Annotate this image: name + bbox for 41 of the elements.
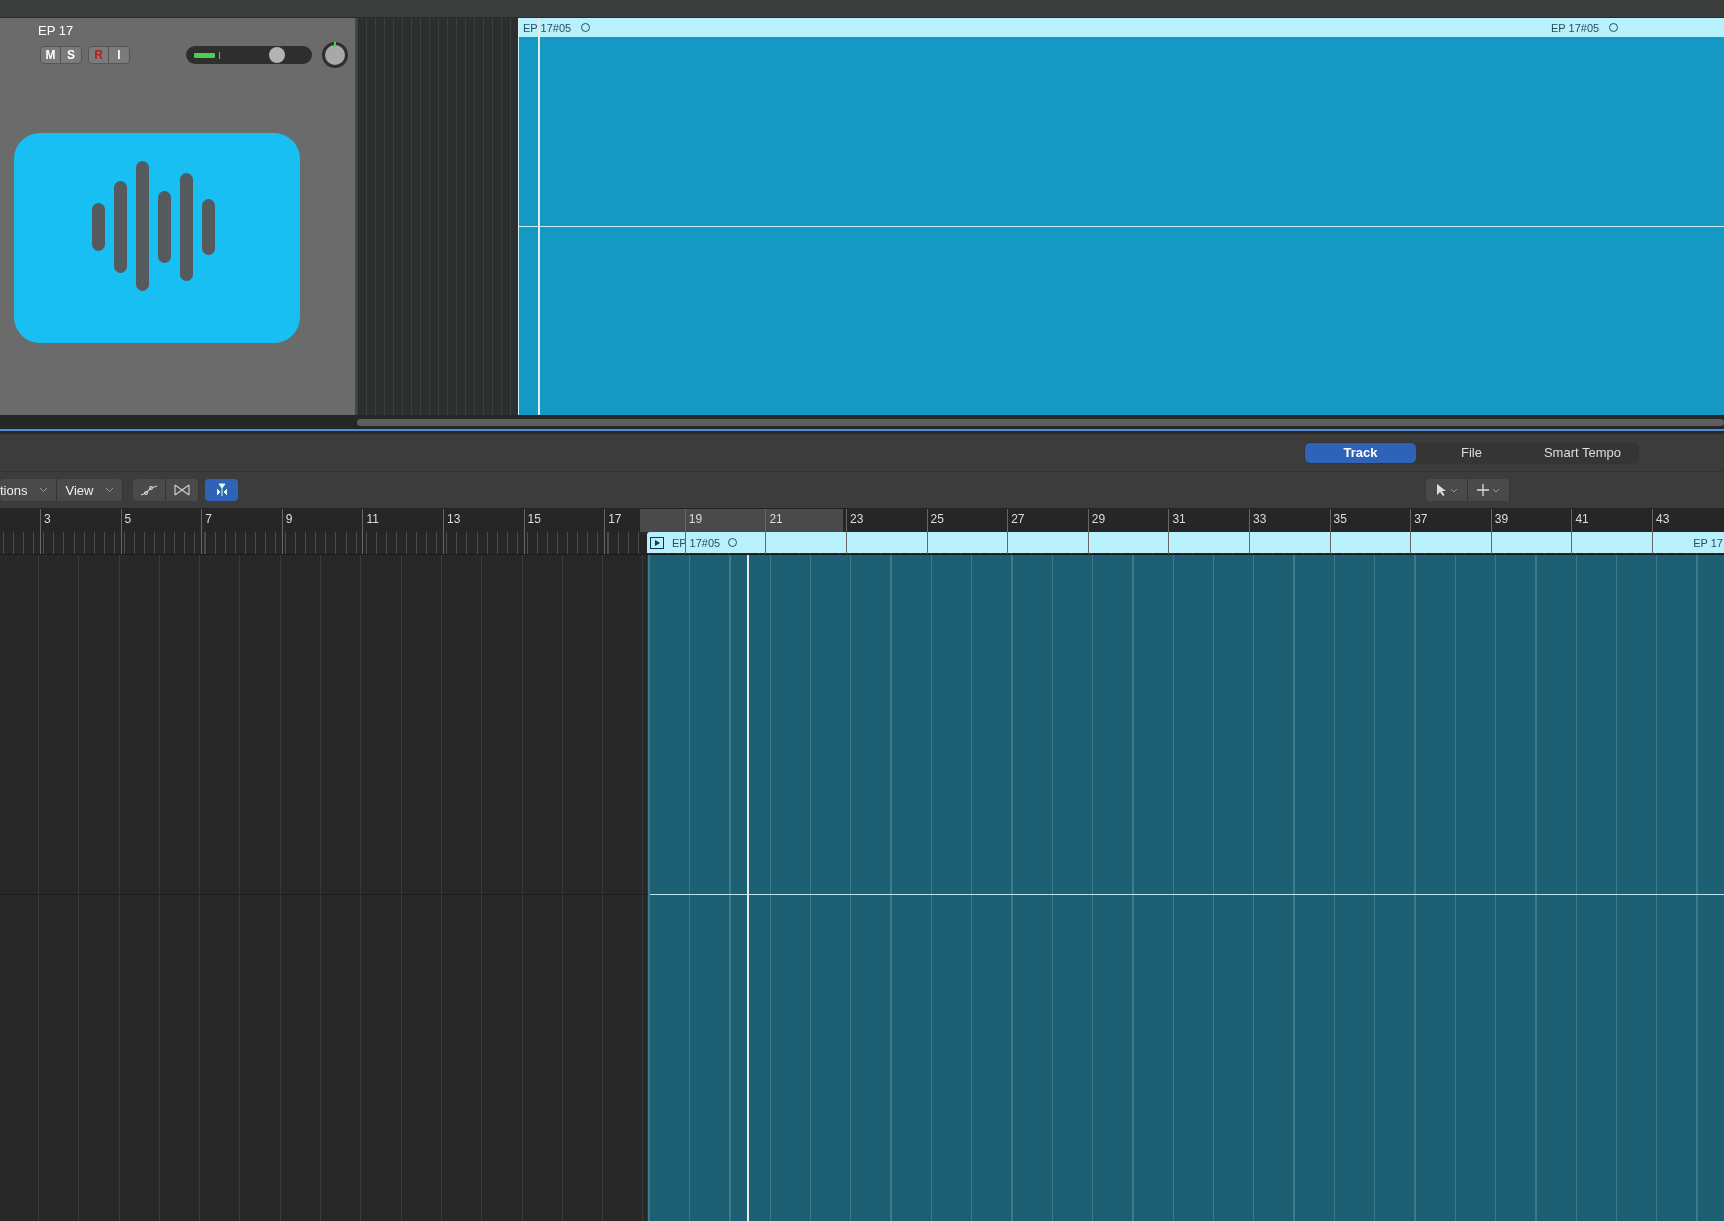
play-icon[interactable] — [650, 536, 664, 549]
bar-number: 21 — [765, 509, 783, 554]
bar-number: 13 — [443, 509, 461, 554]
track-name: EP 17 — [37, 22, 75, 39]
region-name: EP 17#05 — [523, 21, 572, 34]
bar-number: 39 — [1490, 509, 1509, 554]
bar-number: 41 — [1571, 509, 1589, 554]
volume-slider[interactable] — [186, 46, 312, 64]
bar-number: 3 — [40, 509, 51, 554]
bar-number: 15 — [523, 509, 541, 554]
waveform-icon — [14, 133, 300, 343]
slider-thumb[interactable] — [268, 47, 285, 63]
bar-number: 31 — [1168, 509, 1186, 554]
bar-number: 29 — [1087, 509, 1106, 554]
menu-dropdown[interactable]: tions — [0, 479, 58, 501]
region-name: EP 17#05 — [1551, 21, 1600, 34]
bar-number: 17 — [604, 509, 622, 554]
scrollbar[interactable] — [357, 419, 1724, 426]
bar-number: 33 — [1249, 509, 1267, 554]
bar-number: 25 — [926, 509, 944, 554]
pan-knob[interactable] — [322, 42, 348, 68]
view-tab[interactable]: Track — [1305, 442, 1416, 463]
view-tab[interactable]: File — [1416, 442, 1527, 463]
track-input-button[interactable]: I — [109, 47, 129, 63]
snap-icon[interactable] — [205, 479, 239, 501]
bar-number: 9 — [281, 509, 293, 554]
menu-dropdown[interactable]: View — [57, 479, 124, 501]
chevron-icon — [39, 487, 49, 493]
view-tab[interactable]: Smart Tempo — [1527, 442, 1638, 463]
track-solo-button[interactable]: S — [61, 47, 81, 63]
bar-number: 27 — [1007, 509, 1025, 554]
bar-number: 43 — [1652, 509, 1670, 554]
bar-number: 5 — [120, 509, 132, 554]
bar-number: 7 — [201, 509, 212, 554]
bar-number: 37 — [1410, 509, 1428, 554]
bar-number: 35 — [1329, 509, 1347, 554]
track-mute-button[interactable]: M — [41, 47, 61, 63]
chevron-icon — [105, 487, 115, 493]
bar-number: 11 — [362, 509, 379, 554]
bar-number: 23 — [846, 509, 864, 554]
region-name: EP 17 — [1693, 536, 1724, 549]
